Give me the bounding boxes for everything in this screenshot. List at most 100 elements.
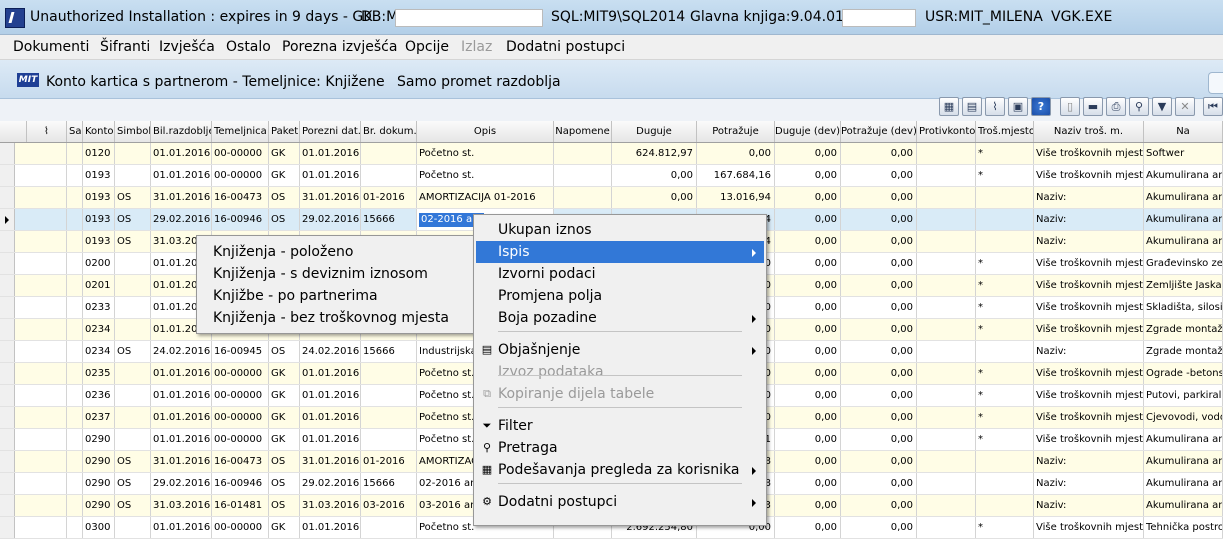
cell-porezni[interactable]: 01.01.2016 [300, 385, 361, 406]
cell-porezni[interactable]: 31.03.2016 [300, 495, 361, 516]
cell-bil[interactable]: 29.02.2016 [151, 473, 212, 494]
cell-konto[interactable]: 0193 [83, 165, 115, 186]
cell-sal[interactable] [67, 517, 83, 538]
attach-icon[interactable]: ⌇ [985, 97, 1005, 116]
cell-tros[interactable] [976, 231, 1034, 252]
table-row[interactable]: 0193 01.01.2016 00-00000 GK 01.01.2016 Početn… [0, 165, 1223, 187]
cell-brdok[interactable] [361, 143, 417, 164]
cell-naziv[interactable]: Akumulirana am [1144, 495, 1223, 516]
cell-konto[interactable]: 0234 [83, 319, 115, 340]
cell-porezni[interactable]: 01.01.2016 [300, 407, 361, 428]
col-potrazuje[interactable]: Potražuje [697, 121, 775, 142]
cell-napomene[interactable] [554, 165, 612, 186]
cell-pot-dev[interactable]: 0,00 [841, 407, 917, 428]
cell-konto[interactable]: 0233 [83, 297, 115, 318]
cell-porezni[interactable]: 01.01.2016 [300, 143, 361, 164]
row-indicator[interactable] [0, 517, 15, 538]
cell-tros[interactable] [976, 209, 1034, 230]
cell-protiv[interactable] [917, 209, 976, 230]
row-indicator[interactable] [0, 143, 15, 164]
cell-konto[interactable]: 0300 [83, 517, 115, 538]
cell-simbol[interactable] [115, 429, 151, 450]
cell-protiv[interactable] [917, 187, 976, 208]
col-duguje[interactable]: Duguje [612, 121, 697, 142]
cell-tros[interactable] [976, 473, 1034, 494]
cell-protiv[interactable] [917, 275, 976, 296]
cell-naziv-tros[interactable]: Naziv: [1034, 451, 1144, 472]
cell-paket[interactable]: GK [269, 385, 300, 406]
cell-dug-dev[interactable]: 0,00 [775, 143, 841, 164]
col-sal[interactable]: Sal [67, 121, 83, 142]
cell-tem[interactable]: 00-00000 [212, 143, 269, 164]
cell-tem[interactable]: 00-00000 [212, 407, 269, 428]
cell-simbol[interactable] [115, 363, 151, 384]
attachment-cell[interactable] [14, 495, 67, 516]
cell-tros[interactable]: * [976, 253, 1034, 274]
cell-naziv[interactable]: Akumulirana am [1144, 209, 1223, 230]
cell-porezni[interactable]: 01.01.2016 [300, 363, 361, 384]
cell-tros[interactable]: * [976, 363, 1034, 384]
context-item-izvorni-podaci[interactable]: Izvorni podaci [476, 263, 764, 285]
cell-sal[interactable] [67, 209, 83, 230]
cell-opis[interactable]: Početno st. [417, 143, 554, 164]
attachment-cell[interactable] [14, 165, 67, 186]
cell-paket[interactable]: GK [269, 363, 300, 384]
attachment-cell[interactable] [14, 143, 67, 164]
cell-konto[interactable]: 0236 [83, 385, 115, 406]
cell-tros[interactable]: * [976, 143, 1034, 164]
cell-tem[interactable]: 16-00946 [212, 209, 269, 230]
attachment-cell[interactable] [14, 341, 67, 362]
cell-porezni[interactable]: 31.01.2016 [300, 451, 361, 472]
cell-naziv-tros[interactable]: Više troškovnih mjesta [1034, 517, 1144, 538]
cell-simbol[interactable] [115, 319, 151, 340]
col-tros-mjesto[interactable]: Troš.mjesto [976, 121, 1034, 142]
cell-sal[interactable] [67, 451, 83, 472]
cell-brdok[interactable] [361, 429, 417, 450]
cell-dug-dev[interactable]: 0,00 [775, 297, 841, 318]
row-indicator[interactable] [0, 341, 15, 362]
cell-brdok[interactable]: 15666 [361, 341, 417, 362]
close-icon[interactable]: ✕ [1175, 97, 1195, 116]
cell-porezni[interactable]: 31.01.2016 [300, 187, 361, 208]
cell-sal[interactable] [67, 363, 83, 384]
report-icon[interactable]: ▦ [939, 97, 959, 116]
attachment-cell[interactable] [14, 187, 67, 208]
cell-pot-dev[interactable]: 0,00 [841, 319, 917, 340]
cell-protiv[interactable] [917, 363, 976, 384]
cell-tem[interactable]: 16-00945 [212, 341, 269, 362]
submenu-item-knjizenja-polozeno[interactable]: Knjiženja - položeno [199, 241, 478, 263]
filter-icon[interactable]: ▼ [1152, 97, 1172, 116]
cell-porezni[interactable]: 29.02.2016 [300, 209, 361, 230]
cell-brdok[interactable]: 01-2016 [361, 187, 417, 208]
cell-tros[interactable]: * [976, 319, 1034, 340]
cell-protiv[interactable] [917, 165, 976, 186]
cell-naziv-tros[interactable]: Više troškovnih mjesta [1034, 407, 1144, 428]
cell-sal[interactable] [67, 429, 83, 450]
cell-simbol[interactable] [115, 385, 151, 406]
cell-bil[interactable]: 01.01.2016 [151, 165, 212, 186]
col-br-dokum[interactable]: Br. dokum. [361, 121, 417, 142]
cell-protiv[interactable] [917, 385, 976, 406]
cell-protiv[interactable] [917, 143, 976, 164]
attachment-cell[interactable] [14, 407, 67, 428]
cell-bil[interactable]: 31.01.2016 [151, 187, 212, 208]
cell-pot-dev[interactable]: 0,00 [841, 275, 917, 296]
cell-paket[interactable]: GK [269, 517, 300, 538]
cell-dug-dev[interactable]: 0,00 [775, 495, 841, 516]
cell-tem[interactable]: 00-00000 [212, 429, 269, 450]
row-indicator[interactable] [0, 209, 15, 230]
cell-naziv[interactable]: Softwer [1144, 143, 1223, 164]
cell-tem[interactable]: 16-00946 [212, 473, 269, 494]
row-indicator[interactable] [0, 165, 15, 186]
cell-dug-dev[interactable]: 0,00 [775, 231, 841, 252]
cell-tros[interactable]: * [976, 165, 1034, 186]
cell-naziv-tros[interactable]: Naziv: [1034, 341, 1144, 362]
cell-naziv-tros[interactable]: Više troškovnih mjesta [1034, 429, 1144, 450]
row-indicator[interactable] [0, 429, 15, 450]
cell-pot-dev[interactable]: 0,00 [841, 143, 917, 164]
cell-konto[interactable]: 0200 [83, 253, 115, 274]
cell-naziv[interactable]: Ograde -betonsk [1144, 363, 1223, 384]
col-konto[interactable]: Konto [83, 121, 115, 142]
cell-tem[interactable]: 00-00000 [212, 363, 269, 384]
cell-duguje[interactable]: 0,00 [612, 187, 697, 208]
